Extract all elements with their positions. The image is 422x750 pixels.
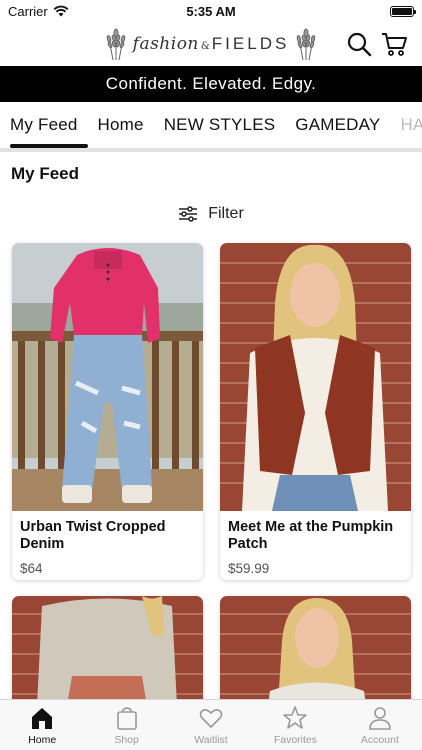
product-card[interactable]: Urban Twist Cropped Denim $64	[12, 243, 203, 580]
tabbar-home[interactable]: Home	[0, 700, 84, 750]
person-icon	[369, 707, 391, 730]
sliders-icon	[179, 206, 198, 222]
bag-icon	[116, 707, 137, 730]
tab-partial[interactable]: HA	[390, 102, 422, 148]
brand-script: fashion	[132, 34, 199, 54]
tab-gameday[interactable]: GAMEDAY	[285, 102, 390, 148]
tabbar-account[interactable]: Account	[338, 700, 422, 750]
wheat-icon	[106, 28, 125, 61]
heart-icon	[199, 709, 223, 728]
product-card[interactable]	[12, 596, 203, 706]
status-bar: Carrier 5:35 AM	[0, 0, 422, 22]
tab-label: NEW STYLES	[163, 115, 276, 134]
tabbar-label: Shop	[114, 734, 139, 746]
product-photo-denim	[12, 243, 203, 511]
cart-icon[interactable]	[380, 30, 408, 58]
tab-new-styles[interactable]: NEW STYLES	[154, 102, 286, 148]
filter-button[interactable]: Filter	[0, 202, 422, 226]
tab-my-feed[interactable]: My Feed	[0, 102, 88, 148]
tab-label: HA	[400, 115, 422, 134]
home-icon	[32, 708, 53, 729]
tabbar-waitlist[interactable]: Waitlist	[169, 700, 253, 750]
carrier-indicator: Carrier	[8, 4, 69, 19]
tab-label: My Feed	[10, 115, 78, 134]
product-image[interactable]	[12, 243, 203, 511]
product-price: $59.99	[228, 561, 270, 576]
carrier-label: Carrier	[8, 3, 48, 19]
battery-icon	[390, 5, 416, 17]
tabbar-label: Favorites	[273, 734, 318, 746]
brand-wordmark: fashion & FIELDS	[133, 34, 290, 54]
tabbar-label: Account	[360, 734, 399, 746]
wheat-icon	[297, 28, 316, 61]
banner-text: Confident. Elevated. Edgy.	[105, 74, 317, 93]
product-name[interactable]: Urban Twist Cropped Denim	[12, 511, 203, 553]
wifi-icon	[53, 5, 69, 17]
tab-home[interactable]: Home	[88, 102, 154, 148]
product-image[interactable]	[220, 596, 411, 706]
page-title: My Feed	[11, 164, 80, 183]
tabbar-label: Home	[28, 734, 57, 746]
bottom-tab-bar: Home Shop Waitlist Favorites Account	[0, 699, 422, 750]
star-icon	[283, 706, 308, 729]
search-icon[interactable]	[345, 30, 373, 58]
tab-label: Home	[97, 115, 144, 134]
tabbar-label: Waitlist	[194, 734, 228, 746]
filter-label: Filter	[208, 205, 244, 222]
promo-banner: Confident. Elevated. Edgy.	[0, 66, 422, 102]
product-photo-sweater	[12, 596, 203, 706]
app-header: fashion & FIELDS	[0, 22, 422, 66]
product-name[interactable]: Meet Me at the Pumpkin Patch	[220, 511, 411, 553]
brand-amp: &	[200, 41, 210, 52]
product-photo-model	[220, 596, 411, 706]
tabbar-shop[interactable]: Shop	[84, 700, 168, 750]
product-photo-vest	[220, 243, 411, 511]
product-card[interactable]: Meet Me at the Pumpkin Patch $59.99	[220, 243, 411, 580]
product-image[interactable]	[12, 596, 203, 706]
tab-label: GAMEDAY	[295, 115, 381, 134]
category-tabs: My Feed Home NEW STYLES GAMEDAY HA	[0, 102, 422, 148]
brand-logo[interactable]: fashion & FIELDS	[95, 26, 327, 62]
tabbar-favorites[interactable]: Favorites	[253, 700, 337, 750]
product-card[interactable]	[220, 596, 411, 706]
brand-caps: FIELDS	[211, 34, 290, 53]
product-image[interactable]	[220, 243, 411, 511]
product-price: $64	[20, 561, 43, 576]
tabs-divider	[0, 148, 422, 152]
